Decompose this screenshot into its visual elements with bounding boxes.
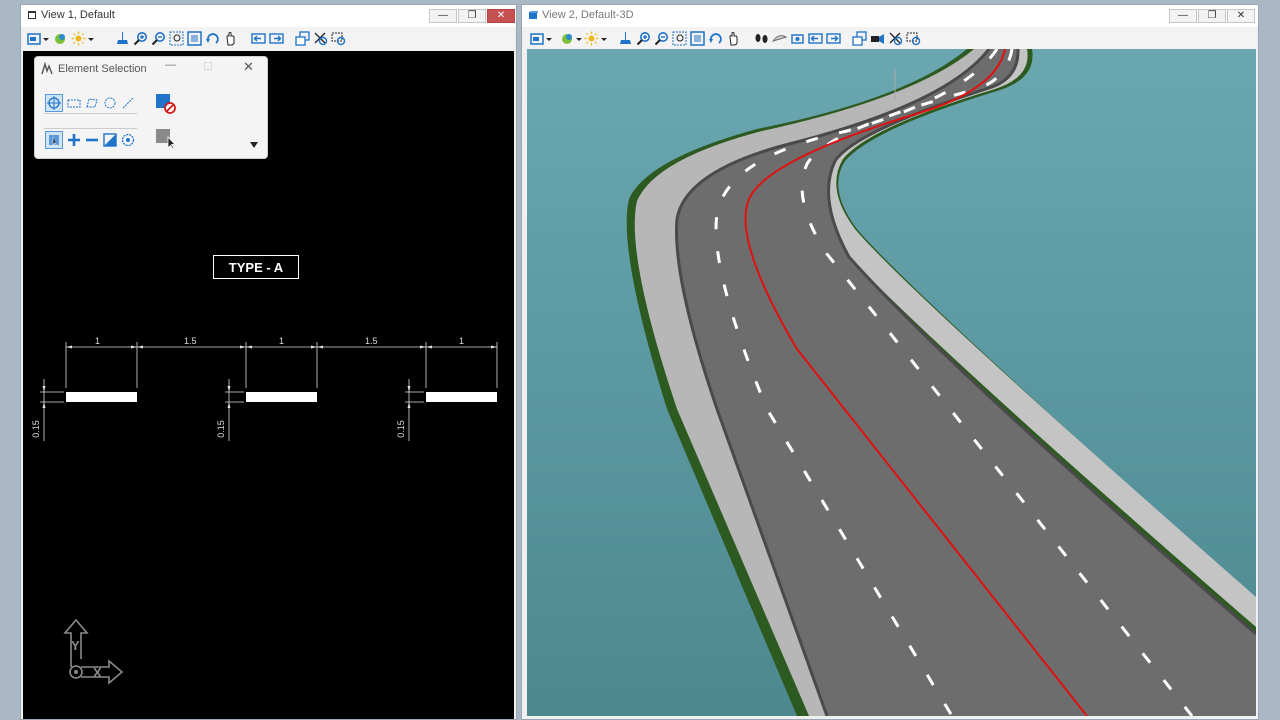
window-area-icon[interactable] <box>672 31 687 46</box>
dropdown-arrow-icon[interactable] <box>600 31 608 46</box>
select-pointer-icon[interactable] <box>155 128 177 150</box>
zoom-in-icon[interactable] <box>133 31 148 46</box>
panel-maximize-button[interactable]: ☐ <box>203 60 213 73</box>
view-next-icon[interactable] <box>269 31 284 46</box>
view2-minimize-button[interactable]: — <box>1169 9 1197 23</box>
pan-view-icon[interactable] <box>223 31 238 46</box>
update-view-icon[interactable] <box>618 31 633 46</box>
dimension-label: 1 <box>459 336 465 346</box>
view2-window: View 2, Default-3D — ❐ ✕ <box>521 4 1259 720</box>
view-3d-window-icon <box>529 11 538 19</box>
fly-icon[interactable] <box>772 31 787 46</box>
dropdown-arrow-icon[interactable] <box>575 31 583 46</box>
line-select-icon[interactable] <box>121 96 135 110</box>
type-a-label: TYPE - A <box>213 255 299 279</box>
new-selection-icon[interactable] <box>45 131 63 149</box>
dropdown-arrow-icon[interactable] <box>545 31 553 46</box>
copy-view-icon[interactable] <box>852 31 867 46</box>
clip-volume-icon[interactable] <box>888 31 903 46</box>
view-previous-icon[interactable] <box>808 31 823 46</box>
display-style-icon[interactable] <box>53 31 68 46</box>
clip-mask-icon[interactable] <box>331 31 346 46</box>
dimension-label: 1 <box>279 336 285 346</box>
clip-volume-icon[interactable] <box>313 31 328 46</box>
clip-mask-icon[interactable] <box>906 31 921 46</box>
invert-selection-icon[interactable] <box>103 133 117 147</box>
element-selection-title: Element Selection <box>58 63 147 75</box>
dimension-label: 1 <box>95 336 101 346</box>
element-selection-panel: Element Selection — ☐ ✕ <box>34 56 268 159</box>
view2-close-button[interactable]: ✕ <box>1227 9 1255 23</box>
side-dimension-label: 0.15 <box>395 420 406 438</box>
fit-view-icon[interactable] <box>187 31 202 46</box>
selection-method-row <box>44 93 137 114</box>
view1-minimize-button[interactable]: — <box>429 9 457 23</box>
side-dimension-label: 0.15 <box>215 420 226 438</box>
dropdown-arrow-icon[interactable] <box>42 31 50 46</box>
view1-close-button[interactable]: ✕ <box>487 9 515 23</box>
view2-toolbar <box>524 27 1256 51</box>
add-to-selection-icon[interactable] <box>67 133 81 147</box>
panel-minimize-button[interactable]: — <box>165 59 176 71</box>
circle-select-icon[interactable] <box>103 96 117 110</box>
view-previous-icon[interactable] <box>251 31 266 46</box>
subtract-from-selection-icon[interactable] <box>85 133 99 147</box>
rotate-view-icon[interactable] <box>205 31 220 46</box>
panel-close-button[interactable]: ✕ <box>243 59 254 75</box>
camera-settings-icon[interactable] <box>870 31 885 46</box>
svg-text:Y: Y <box>71 638 80 653</box>
view2-3d-viewport[interactable] <box>527 49 1256 716</box>
rotate-view-icon[interactable] <box>708 31 723 46</box>
svg-text:X: X <box>93 665 102 680</box>
pan-view-icon[interactable] <box>726 31 741 46</box>
view1-titlebar[interactable]: View 1, Default — ❐ ✕ <box>21 5 516 27</box>
view2-titlebar[interactable]: View 2, Default-3D — ❐ ✕ <box>522 5 1258 27</box>
dimension-label: 1.5 <box>184 336 197 346</box>
camera-view-icon[interactable] <box>790 31 805 46</box>
walk-icon[interactable] <box>754 31 769 46</box>
zoom-in-icon[interactable] <box>636 31 651 46</box>
selection-tool-icon <box>41 62 53 75</box>
window-area-icon[interactable] <box>169 31 184 46</box>
view1-title: View 1, Default <box>41 9 115 21</box>
road-3d-render <box>527 49 1256 716</box>
view-attributes-icon[interactable] <box>27 31 42 46</box>
clear-selection-icon[interactable] <box>155 93 177 115</box>
block-select-icon[interactable] <box>67 96 81 110</box>
expand-panel-icon[interactable] <box>249 141 259 149</box>
fit-view-icon[interactable] <box>690 31 705 46</box>
view1-toolbar <box>23 27 514 51</box>
zoom-out-icon[interactable] <box>151 31 166 46</box>
dimension-label: 1.5 <box>365 336 378 346</box>
shape-select-icon[interactable] <box>85 96 99 110</box>
lighting-icon[interactable] <box>71 31 86 46</box>
display-style-icon[interactable] <box>560 31 575 46</box>
select-all-icon[interactable] <box>121 133 135 147</box>
individual-select-icon[interactable] <box>45 94 63 112</box>
view-next-icon[interactable] <box>826 31 841 46</box>
view2-title: View 2, Default-3D <box>542 9 634 21</box>
side-dimension-label: 0.15 <box>30 420 41 438</box>
view-axis-triad-icon: Y X <box>63 618 124 685</box>
copy-view-icon[interactable] <box>295 31 310 46</box>
zoom-out-icon[interactable] <box>654 31 669 46</box>
lighting-icon[interactable] <box>584 31 599 46</box>
selection-mode-row <box>44 128 137 149</box>
view1-restore-button[interactable]: ❐ <box>458 9 486 23</box>
view-attributes-icon[interactable] <box>530 31 545 46</box>
view-window-icon <box>28 11 36 19</box>
update-view-icon[interactable] <box>115 31 130 46</box>
view2-restore-button[interactable]: ❐ <box>1198 9 1226 23</box>
dropdown-arrow-icon[interactable] <box>87 31 95 46</box>
